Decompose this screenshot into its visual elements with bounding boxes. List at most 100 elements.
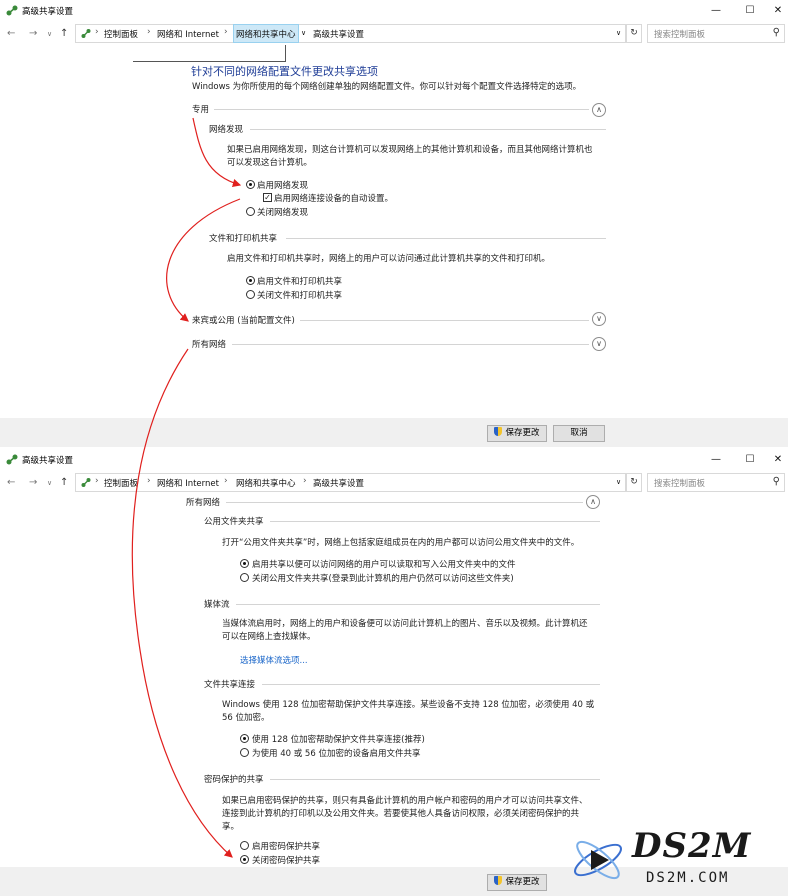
footer-bar: 保存更改 取消 (0, 418, 788, 447)
maximize-button[interactable]: ☐ (743, 453, 757, 466)
breadcrumb-separator: › (95, 27, 99, 37)
page-title: 针对不同的网络配置文件更改共享选项 (191, 65, 378, 78)
save-label: 保存更改 (505, 877, 540, 887)
back-arrow-icon[interactable]: ← (7, 27, 15, 41)
fileconn-128-label: 使用 128 位加密帮助保护文件共享连接(推荐) (252, 735, 425, 745)
discovery-off-label: 关闭网络发现 (257, 208, 309, 218)
address-bar[interactable]: › 控制面板 › 网络和 Internet › 网络和共享中心 › 高级共享设置… (75, 473, 626, 492)
fileconn-desc: 56 位加密。 (222, 713, 270, 723)
fileconn-desc: Windows 使用 128 位加密帮助保护文件共享连接。某些设备不支持 128… (222, 700, 595, 710)
search-input[interactable]: 搜索控制面板 ⚲ (647, 24, 785, 43)
divider (232, 344, 589, 345)
chevron-down-icon[interactable]: ∨ (301, 29, 306, 37)
public-folder-on-radio[interactable] (240, 559, 249, 568)
media-options-link[interactable]: 选择媒体流选项... (240, 654, 308, 666)
up-arrow-icon[interactable]: ↑ (60, 27, 68, 41)
uac-shield-icon (494, 427, 503, 436)
top-window: 高级共享设置 — ☐ ✕ ← → ∨ ↑ › 控制面板 › 网络和 Intern… (0, 0, 788, 447)
breadcrumb-dropdown-panel (133, 45, 286, 62)
forward-arrow-icon[interactable]: → (29, 476, 37, 490)
public-folder-on-label: 启用共享以便可以访问网络的用户可以读取和写入公用文件夹中的文件 (252, 560, 516, 570)
fileprint-on-radio[interactable] (246, 276, 255, 285)
divider (300, 320, 589, 321)
discovery-desc: 可以发现这台计算机。 (227, 158, 313, 168)
chevron-up-icon[interactable]: ∧ (586, 495, 600, 509)
fileconn-40-56-label: 为使用 40 或 56 位加密的设备启用文件共享 (252, 749, 421, 759)
save-changes-button[interactable]: 保存更改 (487, 874, 547, 891)
password-off-radio[interactable] (240, 855, 249, 864)
address-dropdown-icon[interactable]: ∨ (616, 478, 621, 486)
fileprint-off-label: 关闭文件和打印机共享 (257, 291, 343, 301)
window-title: 高级共享设置 (22, 456, 74, 466)
refresh-icon[interactable]: ↻ (626, 24, 642, 43)
watermark-logo: DS2M DS2M.COM (568, 826, 784, 892)
fileprint-on-label: 启用文件和打印机共享 (257, 277, 343, 287)
divider (270, 779, 600, 780)
fileconn-128-radio[interactable] (240, 734, 249, 743)
save-changes-button[interactable]: 保存更改 (487, 425, 547, 442)
discovery-off-radio[interactable] (246, 207, 255, 216)
breadcrumb-item[interactable]: 网络和共享中心 (236, 477, 296, 489)
back-arrow-icon[interactable]: ← (7, 476, 15, 490)
save-label: 保存更改 (505, 428, 540, 438)
fileprint-title: 文件和打印机共享 (209, 234, 278, 244)
uac-shield-icon (494, 876, 503, 885)
profile-private-label: 专用 (192, 105, 210, 115)
public-folder-desc: 打开“公用文件夹共享”时，网络上包括家庭组成员在内的用户都可以访问公用文件夹中的… (222, 538, 580, 548)
divider (286, 238, 606, 239)
discovery-on-radio[interactable] (246, 180, 255, 189)
password-desc: 连接到此计算机的打印机以及公用文件夹。若要使其他人具备访问权限，必须关闭密码保护… (222, 809, 580, 819)
chevron-down-icon[interactable]: ∨ (592, 312, 606, 326)
password-title: 密码保护的共享 (204, 775, 264, 785)
media-title: 媒体流 (204, 600, 230, 610)
close-button[interactable]: ✕ (771, 4, 785, 17)
nav-bar: ← → ∨ ↑ › 控制面板 › 网络和 Internet › 网络和共享中心 … (0, 471, 788, 495)
auto-setup-label: 启用网络连接设备的自动设置。 (274, 194, 394, 204)
breadcrumb-item[interactable]: 网络和共享中心 (236, 28, 296, 40)
divider (226, 502, 583, 503)
auto-setup-checkbox[interactable]: ✓ (263, 193, 272, 202)
minimize-button[interactable]: — (709, 453, 723, 466)
public-folder-off-radio[interactable] (240, 573, 249, 582)
breadcrumb-item[interactable]: 网络和 Internet (157, 477, 219, 489)
search-icon: ⚲ (772, 476, 780, 487)
fileprint-desc: 启用文件和打印机共享时，网络上的用户可以访问通过此计算机共享的文件和打印机。 (227, 254, 551, 264)
chevron-up-icon[interactable]: ∧ (592, 103, 606, 117)
discovery-title: 网络发现 (209, 125, 244, 135)
divider (236, 604, 600, 605)
breadcrumb-item[interactable]: 控制面板 (104, 477, 138, 489)
refresh-icon[interactable]: ↻ (626, 473, 642, 492)
recent-dropdown-icon[interactable]: ∨ (47, 476, 52, 490)
breadcrumb-item[interactable]: 网络和 Internet (157, 28, 219, 40)
minimize-button[interactable]: — (709, 4, 723, 17)
password-on-radio[interactable] (240, 841, 249, 850)
profile-all-label: 所有网络 (192, 340, 227, 350)
address-dropdown-icon[interactable]: ∨ (616, 29, 621, 37)
search-input[interactable]: 搜索控制面板 ⚲ (647, 473, 785, 492)
media-desc: 可以在网络上查找媒体。 (222, 632, 316, 642)
forward-arrow-icon[interactable]: → (29, 27, 37, 41)
breadcrumb-item[interactable]: 控制面板 (104, 28, 138, 40)
watermark-url: DS2M.COM (646, 870, 730, 886)
cancel-button[interactable]: 取消 (553, 425, 605, 442)
watermark-text: DS2M (632, 826, 752, 866)
breadcrumb-item[interactable]: 高级共享设置 (313, 28, 364, 40)
address-bar[interactable]: › 控制面板 › 网络和 Internet › 网络和共享中心 ∨ 高级共享设置… (75, 24, 626, 43)
network-icon (6, 5, 18, 16)
search-placeholder: 搜索控制面板 (654, 479, 706, 489)
recent-dropdown-icon[interactable]: ∨ (47, 27, 52, 41)
breadcrumb-item[interactable]: 高级共享设置 (313, 477, 364, 489)
profile-guest-label: 来宾或公用 (当前配置文件) (192, 316, 295, 326)
atom-logo-icon (574, 840, 622, 880)
maximize-button[interactable]: ☐ (743, 4, 757, 17)
divider (214, 109, 589, 110)
close-button[interactable]: ✕ (771, 453, 785, 466)
up-arrow-icon[interactable]: ↑ (60, 476, 68, 490)
nav-bar: ← → ∨ ↑ › 控制面板 › 网络和 Internet › 网络和共享中心 … (0, 22, 788, 46)
fileconn-40-56-radio[interactable] (240, 748, 249, 757)
fileprint-off-radio[interactable] (246, 290, 255, 299)
public-folder-title: 公用文件夹共享 (204, 517, 264, 527)
chevron-down-icon[interactable]: ∨ (592, 337, 606, 351)
breadcrumb-separator: › (95, 476, 99, 486)
breadcrumb-separator: › (303, 476, 307, 486)
